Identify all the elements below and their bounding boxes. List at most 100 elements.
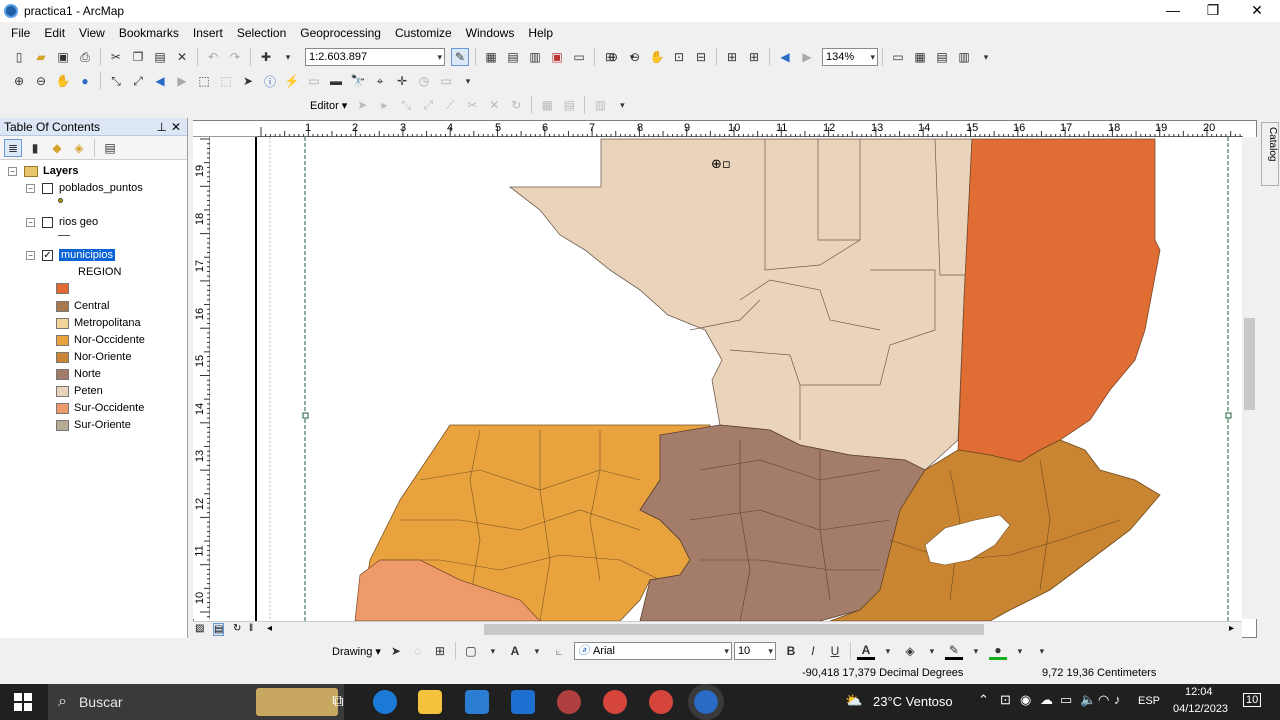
cut-icon[interactable]: ✂ bbox=[107, 48, 125, 66]
layer-name[interactable]: rios geo bbox=[59, 216, 98, 228]
layer-row-municipios[interactable]: − ✓ municipios bbox=[26, 249, 115, 261]
focus-data-frame-icon[interactable]: ▦ bbox=[911, 48, 929, 66]
pan-page-icon[interactable]: ✋ bbox=[648, 48, 666, 66]
line-color-icon[interactable]: ✎ bbox=[944, 642, 963, 660]
layer-visibility-checkbox[interactable]: ✓ bbox=[42, 249, 53, 261]
collapse-icon[interactable]: − bbox=[26, 250, 35, 260]
back-extent-icon[interactable]: ◀ bbox=[151, 72, 169, 90]
python-window-icon[interactable]: ▭ bbox=[570, 48, 588, 66]
font-name-combo[interactable]: ⓐ Arial ▾ bbox=[573, 642, 732, 660]
layout-zoom-combo[interactable]: 134% ▾ bbox=[822, 48, 878, 66]
mail-icon[interactable] bbox=[511, 690, 535, 714]
map-canvas[interactable]: ⊕▫ bbox=[211, 137, 1242, 621]
search-window-icon[interactable]: ▥ bbox=[526, 48, 544, 66]
close-button[interactable]: ✕ bbox=[1234, 0, 1280, 22]
legend-item[interactable]: Metropolitana bbox=[56, 317, 141, 329]
sketch-properties-icon[interactable]: ▤ bbox=[560, 96, 578, 114]
forward-extent-icon[interactable]: ▶ bbox=[173, 72, 191, 90]
measure-icon[interactable]: ▬ bbox=[327, 72, 345, 90]
scroll-left-icon[interactable]: ◂ bbox=[267, 623, 272, 634]
edge-browser-icon[interactable] bbox=[373, 690, 397, 714]
create-features-icon[interactable]: ▥ bbox=[591, 96, 609, 114]
collapse-icon[interactable]: − bbox=[26, 183, 35, 193]
legend-item[interactable]: Peten bbox=[56, 385, 103, 397]
hyperlink-icon[interactable]: ⚡ bbox=[283, 72, 301, 90]
region-nor-oriente[interactable] bbox=[957, 138, 1161, 463]
collapse-icon[interactable]: − bbox=[26, 217, 35, 227]
zoom-whole-page-icon[interactable]: ⊡ bbox=[670, 48, 688, 66]
cut-polygons-icon[interactable]: ✂ bbox=[463, 96, 481, 114]
input-language[interactable]: ESP bbox=[1138, 695, 1160, 707]
edit-tool-icon[interactable]: ➤ bbox=[353, 96, 371, 114]
volume-icon[interactable]: ♪ bbox=[1114, 692, 1121, 707]
clear-selection-icon[interactable]: ⬚ bbox=[217, 72, 235, 90]
vertical-ruler[interactable]: 19 18 17 16 15 14 13 12 11 10 bbox=[193, 137, 210, 619]
toc-options-icon[interactable]: ▤ bbox=[101, 139, 119, 157]
onedrive-icon[interactable]: ☁ bbox=[1040, 692, 1053, 708]
italic-button[interactable]: I bbox=[804, 642, 822, 660]
wifi-icon[interactable]: ◠ bbox=[1098, 692, 1109, 708]
microsoft-store-icon[interactable] bbox=[465, 690, 489, 714]
vertical-scroll-thumb[interactable] bbox=[1244, 318, 1255, 410]
delete-icon[interactable]: ✕ bbox=[173, 48, 191, 66]
photos-app-icon[interactable] bbox=[557, 690, 581, 714]
editor-toolbar-icon[interactable]: ✎ bbox=[451, 48, 469, 66]
arcmap-taskbar-icon[interactable] bbox=[688, 684, 724, 720]
chevron-down-icon[interactable]: ▾ bbox=[879, 642, 897, 660]
split-icon[interactable]: ✕ bbox=[485, 96, 503, 114]
toolbar-options-icon[interactable]: ▾ bbox=[977, 48, 995, 66]
print-icon[interactable]: ⎙ bbox=[76, 48, 94, 66]
taskbar-search-box[interactable]: ⌕ Buscar bbox=[48, 684, 344, 720]
new-text-icon[interactable]: ⟀ bbox=[550, 642, 568, 660]
menu-view[interactable]: View bbox=[72, 22, 112, 44]
redo-icon[interactable]: ↷ bbox=[226, 48, 244, 66]
list-by-selection-icon[interactable]: ◈ bbox=[70, 139, 88, 157]
straight-segment-icon[interactable]: ⟋ bbox=[441, 96, 459, 114]
edit-annotation-icon[interactable]: ▸ bbox=[375, 96, 393, 114]
chrome-icon[interactable] bbox=[603, 690, 627, 714]
menu-selection[interactable]: Selection bbox=[230, 22, 293, 44]
forward-extent-page-icon[interactable]: ▶ bbox=[798, 48, 816, 66]
maximize-button[interactable]: ❐ bbox=[1190, 0, 1236, 22]
menu-help[interactable]: Help bbox=[521, 22, 560, 44]
table-of-contents-icon[interactable]: ▦ bbox=[482, 48, 500, 66]
marker-color-icon[interactable]: ● bbox=[988, 642, 1007, 660]
menu-file[interactable]: File bbox=[4, 22, 37, 44]
fill-color-icon[interactable]: ◈ bbox=[901, 642, 919, 660]
legend-item[interactable]: Norte bbox=[56, 368, 101, 380]
pause-drawing-icon[interactable]: ‖ bbox=[249, 623, 253, 634]
underline-button[interactable]: U bbox=[826, 642, 844, 660]
find-route-icon[interactable]: ⌖ bbox=[371, 72, 389, 90]
layer-row-poblados[interactable]: − poblados_puntos bbox=[26, 182, 143, 194]
rotate-icon[interactable]: ↻ bbox=[507, 96, 525, 114]
pan-icon[interactable]: ✋ bbox=[54, 72, 72, 90]
zoom-out-icon[interactable]: ⊖ bbox=[32, 72, 50, 90]
find-icon[interactable]: 🔭 bbox=[349, 72, 367, 90]
refresh-icon[interactable]: ↻ bbox=[233, 623, 241, 634]
layer-visibility-checkbox[interactable] bbox=[42, 182, 53, 194]
collapse-icon[interactable]: − bbox=[8, 166, 17, 176]
zoom-in-page-icon[interactable]: ⊕ bbox=[604, 48, 622, 66]
arctoolbox-icon[interactable]: ▣ bbox=[548, 48, 566, 66]
font-color-icon[interactable]: A bbox=[856, 642, 875, 660]
swipe-icon[interactable]: ▭ bbox=[437, 72, 455, 90]
file-explorer-icon[interactable] bbox=[418, 690, 442, 714]
select-features-icon[interactable]: ⬚ bbox=[195, 72, 213, 90]
menu-bookmarks[interactable]: Bookmarks bbox=[112, 22, 186, 44]
change-layout-icon[interactable]: ▤ bbox=[933, 48, 951, 66]
fixed-zoom-in-icon[interactable]: ⤡ bbox=[107, 72, 125, 90]
add-data-dropdown-icon[interactable]: ▾ bbox=[279, 48, 297, 66]
menu-geoprocessing[interactable]: Geoprocessing bbox=[293, 22, 388, 44]
catalog-side-tab[interactable]: Catalog bbox=[1261, 122, 1279, 186]
font-size-combo[interactable]: 10 ▾ bbox=[733, 642, 776, 660]
show-hidden-icons-icon[interactable]: ⌃ bbox=[978, 692, 989, 708]
toolbar-options-icon[interactable]: ▾ bbox=[613, 96, 631, 114]
menu-edit[interactable]: Edit bbox=[37, 22, 72, 44]
map-scale-combo[interactable]: 1:2.603.897 ▾ bbox=[305, 48, 445, 66]
layer-row-rios[interactable]: − rios geo bbox=[26, 216, 98, 228]
data-driven-pages-icon[interactable]: ▥ bbox=[955, 48, 973, 66]
scroll-right-icon[interactable]: ▸ bbox=[1229, 623, 1234, 634]
editor-menu[interactable]: Editor ▾ bbox=[306, 99, 351, 112]
legend-item[interactable]: Sur-Occidente bbox=[56, 402, 144, 414]
select-elements-icon[interactable]: ➤ bbox=[387, 642, 405, 660]
